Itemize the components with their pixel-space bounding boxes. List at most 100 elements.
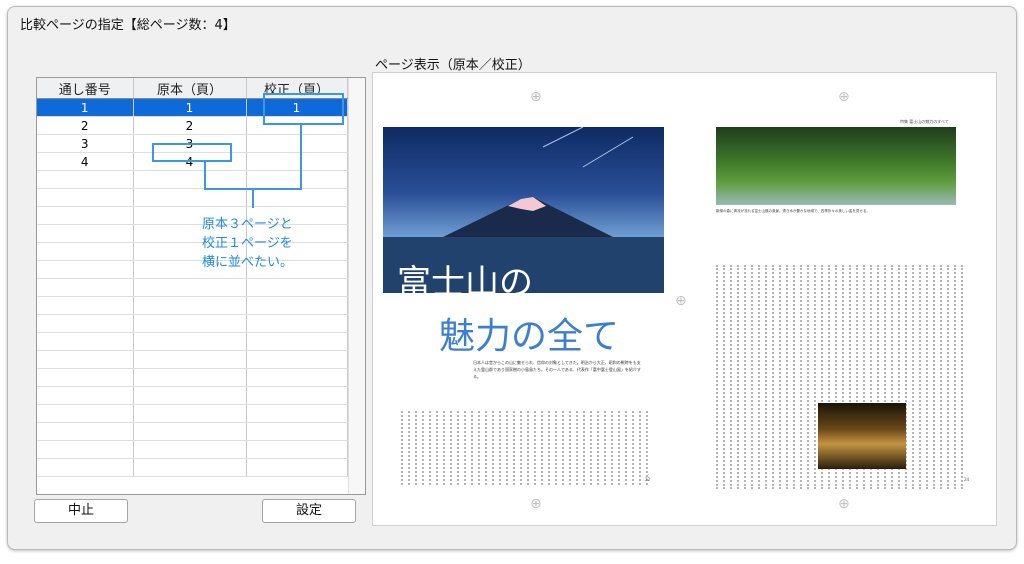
page-preview[interactable]: 富士山の 魅力の全て 日本人は昔からこの山に魅せられ、信仰の対象としてきた。明治…: [372, 72, 997, 526]
table-cell[interactable]: 2: [37, 116, 134, 135]
table-cell[interactable]: [37, 188, 134, 207]
text-column-placeholder: [541, 411, 545, 485]
table-cell[interactable]: [133, 422, 247, 441]
text-column-placeholder: [625, 411, 629, 485]
table-cell[interactable]: 2: [133, 116, 247, 135]
table-cell[interactable]: [37, 350, 134, 369]
table-cell[interactable]: [37, 206, 134, 225]
page-table[interactable]: 通し番号 原本（頁） 校正（頁） 111223344: [36, 77, 366, 495]
table-cell[interactable]: [246, 170, 348, 189]
table-cell[interactable]: [133, 350, 247, 369]
column-header[interactable]: 通し番号: [37, 78, 134, 99]
text-column-placeholder: [779, 265, 783, 489]
table-cell[interactable]: [37, 242, 134, 261]
original-page-preview: 富士山の 魅力の全て 日本人は昔からこの山に魅せられ、信仰の対象としてきた。明治…: [383, 89, 670, 501]
text-column-placeholder: [765, 265, 769, 489]
table-cell[interactable]: [37, 404, 134, 423]
table-cell[interactable]: [246, 134, 348, 153]
table-cell[interactable]: [246, 404, 348, 423]
text-column-placeholder: [408, 411, 412, 485]
table-cell[interactable]: [133, 278, 247, 297]
text-column-placeholder: [520, 411, 524, 485]
forest-photo: [716, 127, 956, 205]
table-row[interactable]: [37, 242, 348, 261]
table-cell[interactable]: 3: [37, 134, 134, 153]
page-number-right: 24: [964, 477, 970, 482]
table-cell[interactable]: [246, 458, 348, 477]
table-cell[interactable]: [246, 440, 348, 459]
text-column-placeholder: [555, 411, 559, 485]
text-column-placeholder: [744, 265, 748, 489]
table-cell[interactable]: [37, 260, 134, 279]
table-cell[interactable]: 1: [133, 98, 247, 117]
table-cell[interactable]: 4: [37, 152, 134, 171]
text-column-placeholder: [422, 411, 426, 485]
registration-mark-icon: ⊕: [530, 89, 542, 105]
table-cell[interactable]: [246, 368, 348, 387]
table-cell[interactable]: [37, 386, 134, 405]
text-column-placeholder: [807, 265, 811, 489]
table-row[interactable]: [37, 422, 348, 441]
table-cell[interactable]: [37, 224, 134, 243]
table-cell[interactable]: [133, 188, 247, 207]
table-row[interactable]: [37, 458, 348, 477]
table-cell[interactable]: [37, 422, 134, 441]
table-cell[interactable]: [37, 296, 134, 315]
table-row[interactable]: [37, 440, 348, 459]
table-row[interactable]: [37, 404, 348, 423]
table-cell[interactable]: [133, 440, 247, 459]
table-cell[interactable]: [37, 368, 134, 387]
table-cell[interactable]: [133, 386, 247, 405]
table-cell[interactable]: [37, 278, 134, 297]
table-row[interactable]: [37, 368, 348, 387]
text-column-placeholder: [611, 411, 615, 485]
ok-button[interactable]: 設定: [262, 499, 356, 523]
table-cell[interactable]: [37, 332, 134, 351]
registration-mark-icon: ⊕: [530, 496, 542, 512]
column-header[interactable]: 原本（頁）: [133, 78, 247, 99]
table-row[interactable]: [37, 278, 348, 297]
table-cell[interactable]: [37, 440, 134, 459]
photo-caption: 新緑の森に清流が流れる富士山麓の風景。湧き水が豊かな地域で、四季折々の美しい姿を…: [716, 209, 870, 213]
table-cell[interactable]: [133, 314, 247, 333]
text-column-placeholder: [569, 411, 573, 485]
table-cell[interactable]: [246, 422, 348, 441]
table-row[interactable]: [37, 332, 348, 351]
table-cell[interactable]: [133, 296, 247, 315]
table-row[interactable]: [37, 296, 348, 315]
table-cell[interactable]: [37, 170, 134, 189]
table-cell[interactable]: [246, 296, 348, 315]
table-cell[interactable]: [37, 458, 134, 477]
table-cell[interactable]: [133, 404, 247, 423]
table-scrollbar[interactable]: [348, 78, 365, 494]
table-cell[interactable]: [246, 386, 348, 405]
table-cell[interactable]: [133, 170, 247, 189]
table-cell[interactable]: [246, 314, 348, 333]
table-cell[interactable]: [133, 332, 247, 351]
table-row[interactable]: [37, 188, 348, 207]
table-row[interactable]: [37, 386, 348, 405]
table-row[interactable]: [37, 260, 348, 279]
table-cell[interactable]: 1: [37, 98, 134, 117]
text-column-placeholder: [639, 411, 643, 485]
cancel-button[interactable]: 中止: [34, 499, 128, 523]
table-row[interactable]: [37, 224, 348, 243]
table-cell[interactable]: [133, 458, 247, 477]
table-cell[interactable]: [246, 278, 348, 297]
callout-text: 原本３ページと 校正１ページを 横に並べたい。: [202, 215, 293, 272]
table-cell[interactable]: [246, 152, 348, 171]
registration-mark-icon: ⊕: [838, 89, 850, 105]
table-row[interactable]: [37, 350, 348, 369]
article-title-line1: 富士山の: [397, 263, 533, 303]
table-cell[interactable]: [37, 314, 134, 333]
text-column-placeholder: [492, 411, 496, 485]
text-column-placeholder: [401, 411, 405, 485]
table-cell[interactable]: [246, 188, 348, 207]
table-cell[interactable]: [246, 332, 348, 351]
text-column-placeholder: [499, 411, 503, 485]
text-column-placeholder: [590, 411, 594, 485]
table-row[interactable]: [37, 314, 348, 333]
table-cell[interactable]: [246, 350, 348, 369]
table-row[interactable]: [37, 206, 348, 225]
table-cell[interactable]: [133, 368, 247, 387]
